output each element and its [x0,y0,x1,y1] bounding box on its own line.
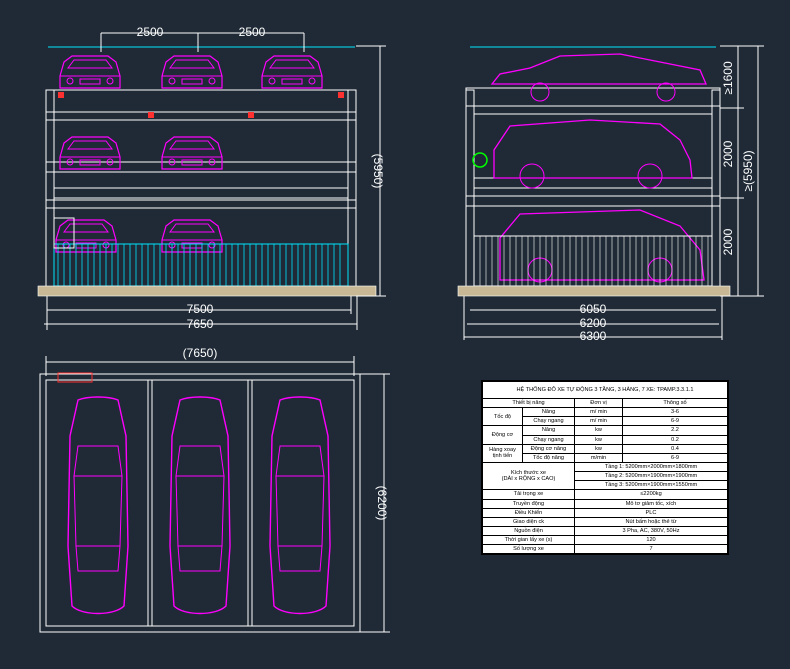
side-dim-right-3: 2000 [721,228,735,255]
spec-row-label: Chạy ngang [522,434,575,445]
spec-row-label: Điều Khiển [482,507,575,518]
spec-row-label: Giao diện ck [482,516,575,527]
spec-table: HỆ THỐNG ĐỖ XE TỰ ĐỘNG 3 TẦNG, 3 HÀNG, 7… [481,380,729,556]
front-dim-top-1: 2500 [137,25,164,39]
spec-size-row: Tầng 3: 5200mm×1900mm×1550mm [574,480,728,491]
spec-row-unit: m/ min [574,416,623,427]
spec-row-label: Thời gian lấy xe (s) [482,535,575,546]
spec-group-rotate: Hàng xoay tịnh tiến [482,443,523,463]
spec-row-label: Nâng [522,407,575,418]
spec-row-value: 0.4 [622,443,728,454]
spec-row-label: Động cơ nâng [522,443,575,454]
front-dim-right: (5950) [371,154,385,189]
spec-size-row: Tầng 1: 5200mm×2000mm×1800mm [574,461,728,473]
spec-row-value: 3 Pha, AC, 380V, 50Hz [574,525,728,537]
spec-row-label: Nâng [522,425,575,436]
side-dim-right-total: ≥(5950) [741,150,755,191]
spec-title: HỆ THỐNG ĐỖ XE TỰ ĐỘNG 3 TẦNG, 3 HÀNG, 7… [482,381,728,399]
spec-row-unit: kw [574,425,623,436]
spec-group-size: Kích thước xe (DÀI x RỘNG x CAO) [482,461,575,491]
side-dim-bottom-1: 6050 [580,302,607,316]
spec-row-unit: kw [574,434,623,445]
plan-dim-right: (6200) [375,486,389,521]
spec-row-value: 120 [574,535,728,546]
spec-row-value: PLC [574,507,728,518]
front-dim-bottom-2: 7650 [187,317,214,331]
spec-row-value: 6-9 [622,452,728,463]
spec-row-value: Mô tơ giảm tốc, xích [574,498,728,509]
plan-dim-top: (7650) [183,346,218,360]
spec-group-motor: Động cơ [482,425,523,445]
cad-drawing: 2500 2500 7500 7650 (5950) 6050 6200 630… [37,25,764,633]
spec-header-device: Thiết bị nâng [482,397,575,409]
side-dim-bottom-3: 6300 [580,329,607,343]
spec-size-row: Tầng 2: 5200mm×1900mm×1900mm [574,471,728,482]
spec-row-value: 2.2 [622,425,728,436]
spec-row-value: ≤2200kg [574,489,728,500]
plan-view: (7650) (6200) [39,346,390,633]
side-dim-right-1: ≥1600 [721,61,735,95]
spec-row-value: 0.2 [622,434,728,445]
front-dim-top-2: 2500 [239,25,266,39]
spec-header-value: Thông số [622,397,728,409]
spec-row-label: Tải trọng xe [482,489,575,500]
side-dim-bottom-2: 6200 [580,316,607,330]
spec-row-value: Nút bấm hoặc thẻ từ [574,516,728,527]
spec-row-label: Tốc độ nâng [522,452,575,463]
front-view: 2500 2500 7500 7650 (5950) [37,25,386,331]
front-dim-bottom-1: 7500 [187,302,214,316]
spec-header-unit: Đơn vị [574,397,623,409]
spec-row-label: Nguồn điện [482,525,575,537]
spec-row-unit: kw [574,443,623,454]
spec-row-value: 6-9 [622,416,728,427]
spec-row-unit: m/min [574,452,623,463]
spec-row-value: 3-6 [622,407,728,418]
spec-row-unit: m/ min [574,407,623,418]
spec-row-label: Số lượng xe [482,544,575,555]
spec-row-value: 7 [574,544,728,555]
spec-row-label: Chạy ngang [522,416,575,427]
side-view: 6050 6200 6300 ≥1600 2000 2000 ≥(5950) [457,45,764,343]
spec-row-label: Truyền động [482,498,575,509]
side-dim-right-2: 2000 [721,140,735,167]
spec-group-speed: Tốc độ [482,407,523,427]
